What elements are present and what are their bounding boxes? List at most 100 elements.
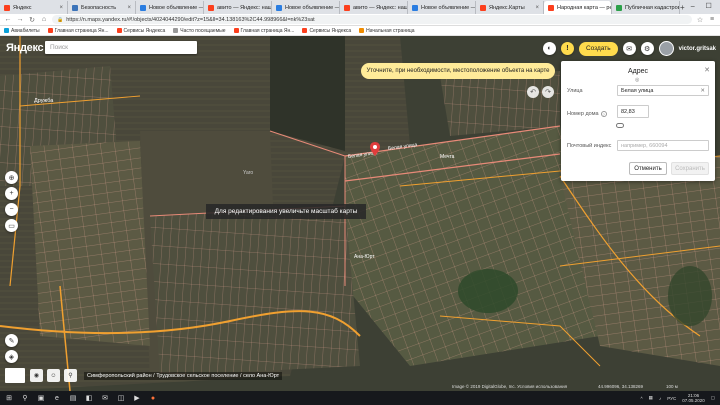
- location-pin-icon[interactable]: ⚲: [64, 369, 77, 382]
- bookmark-label: Начальная страница: [366, 27, 415, 34]
- region-breadcrumb[interactable]: Симферопольский район / Трудовское сельс…: [84, 372, 283, 380]
- notifications-icon[interactable]: ▢: [711, 395, 715, 401]
- browser-tab[interactable]: Новое объявление —×: [136, 1, 204, 14]
- media-icon[interactable]: ▶: [133, 394, 141, 402]
- bookmark-label: Главная страница Ян...: [54, 27, 109, 34]
- messages-icon[interactable]: ✉: [622, 42, 636, 55]
- yandex-logo[interactable]: Яндекс: [6, 42, 44, 54]
- bookmark-label: Главная страница Ян...: [240, 27, 295, 34]
- bookmark-item[interactable]: Часто посещаемые: [173, 28, 226, 34]
- map-canvas[interactable]: Белая улица Белая улица Мечта Ана-Юрт Др…: [0, 36, 720, 391]
- minimap[interactable]: [5, 368, 25, 383]
- url-bar[interactable]: 🔒 https://n.maps.yandex.ru/#!/objects/40…: [52, 15, 692, 24]
- tab-label: Новое объявление —: [149, 4, 204, 11]
- browser-tab[interactable]: Новое объявление —×: [408, 1, 476, 14]
- house-number-field[interactable]: 82,83: [617, 105, 649, 118]
- url-text: https://n.maps.yandex.ru/#!/objects/4024…: [66, 16, 315, 23]
- minimize-icon[interactable]: –: [685, 0, 701, 14]
- menu-icon[interactable]: ≡: [708, 16, 716, 23]
- clear-icon[interactable]: ✕: [700, 88, 705, 94]
- close-icon[interactable]: ✕: [704, 66, 710, 74]
- street-field[interactable]: Белая улица ✕: [617, 85, 709, 96]
- browser-tab[interactable]: Народная карта — ред×: [544, 1, 612, 14]
- browser-tab[interactable]: Яндекс.Карты ×: [476, 1, 544, 14]
- tab-favicon-icon: [72, 4, 78, 11]
- home-icon[interactable]: ⌂: [40, 16, 48, 23]
- store-icon[interactable]: ◧: [85, 394, 93, 402]
- bookmark-item[interactable]: Сервисы Яндекса: [116, 27, 166, 34]
- location-marker-icon[interactable]: [370, 142, 380, 156]
- volume-icon[interactable]: ♪: [659, 396, 661, 401]
- back-icon[interactable]: ←: [4, 16, 12, 23]
- postal-code-field[interactable]: например, 660094: [617, 140, 709, 151]
- info-icon[interactable]: ◐: [542, 42, 556, 55]
- redo-icon[interactable]: ↷: [542, 86, 554, 98]
- bookmark-icon: [4, 28, 9, 33]
- compass-icon[interactable]: ⊕: [5, 171, 18, 184]
- house-toggle[interactable]: [616, 123, 624, 128]
- search-input[interactable]: Поиск: [45, 41, 197, 54]
- search-icon[interactable]: ⚲: [21, 394, 29, 402]
- bottom-tools: ◉ ☺ ⚲: [30, 369, 77, 382]
- ruler-icon[interactable]: ▭: [5, 219, 18, 232]
- folder-icon[interactable]: ▤: [69, 394, 77, 402]
- mail-icon[interactable]: ✉: [101, 394, 109, 402]
- username[interactable]: victor.gritsak: [679, 46, 716, 52]
- copyright[interactable]: Image © 2019 DigitalGlobe, Inc. Условия …: [452, 384, 567, 389]
- tab-close-icon[interactable]: ×: [127, 5, 131, 11]
- bookmark-item[interactable]: Авиабилеты: [4, 28, 40, 34]
- map-bottom-bar: ◉ ☺ ⚲ Симферопольский район / Трудовское…: [0, 362, 720, 391]
- browser-tab[interactable]: Новое объявление —×: [272, 1, 340, 14]
- tab-favicon-icon: [4, 4, 10, 11]
- settings-icon[interactable]: ⚙: [640, 42, 654, 55]
- save-button[interactable]: Сохранить: [671, 162, 709, 175]
- bookmark-star-icon[interactable]: ☆: [696, 16, 704, 24]
- cancel-button[interactable]: Отменить: [629, 162, 667, 175]
- tab-label: авито — Яндекс: нашл: [217, 4, 272, 11]
- bookmark-item[interactable]: Сервисы Яндекса: [302, 28, 351, 34]
- tab-favicon-icon: [412, 4, 418, 11]
- network-icon[interactable]: ▦: [649, 395, 653, 401]
- tab-favicon-icon: [480, 4, 486, 11]
- bookmark-item[interactable]: Главная страница Ян...: [233, 27, 295, 34]
- warning-icon[interactable]: !: [560, 42, 574, 55]
- browser-tab-strip: Яндекс×Безопасность×Новое объявление —×а…: [0, 0, 720, 14]
- map-label-druzhba: Дружба: [34, 98, 54, 104]
- browser-tab[interactable]: авито — Яндекс: нашл×: [340, 1, 408, 14]
- firefox-icon[interactable]: ●: [149, 394, 157, 402]
- tab-close-icon[interactable]: ×: [535, 5, 539, 11]
- bookmark-item[interactable]: Начальная страница: [359, 27, 415, 34]
- tab-favicon-icon: [208, 4, 214, 11]
- person-icon[interactable]: ☺: [47, 369, 60, 382]
- task-view-icon[interactable]: ▣: [37, 394, 45, 402]
- language-indicator[interactable]: РУС: [667, 396, 676, 401]
- undo-icon[interactable]: ↶: [527, 86, 539, 98]
- photos-icon[interactable]: ◫: [117, 394, 125, 402]
- tab-close-icon[interactable]: ×: [59, 5, 63, 11]
- edge-icon[interactable]: e: [53, 394, 61, 402]
- bookmark-icon: [47, 28, 53, 33]
- tab-favicon-icon: [276, 4, 282, 11]
- browser-tab[interactable]: Яндекс ×: [0, 1, 68, 14]
- browser-tab[interactable]: Безопасность ×: [68, 1, 136, 14]
- avatar[interactable]: [658, 41, 674, 56]
- clock[interactable]: 21:06 07.05.2020: [682, 393, 705, 403]
- bookmark-item[interactable]: Главная страница Ян...: [47, 27, 109, 34]
- reload-icon[interactable]: ↻: [28, 16, 36, 24]
- zoom-out-icon[interactable]: −: [5, 203, 18, 216]
- draw-icon[interactable]: ✎: [5, 334, 18, 347]
- system-tray: ^ ▦ ♪ РУС 21:06 07.05.2020 ▢: [641, 393, 715, 403]
- browser-tab[interactable]: авито — Яндекс: нашл×: [204, 1, 272, 14]
- map-label-field: Yaro: [243, 170, 254, 176]
- bookmark-label: Сервисы Яндекса: [123, 27, 166, 34]
- camera-icon[interactable]: ◉: [30, 369, 43, 382]
- browser-tab[interactable]: Публичная кадастрова×: [612, 1, 680, 14]
- tab-label: Безопасность: [81, 4, 117, 11]
- help-icon[interactable]: ?: [600, 111, 607, 117]
- maximize-icon[interactable]: ☐: [701, 0, 717, 14]
- create-button[interactable]: Создать: [578, 41, 618, 56]
- chevron-up-icon[interactable]: ^: [641, 396, 643, 401]
- windows-start-icon[interactable]: ⊞: [5, 394, 13, 402]
- zoom-in-icon[interactable]: +: [5, 187, 18, 200]
- forward-icon[interactable]: →: [16, 16, 24, 23]
